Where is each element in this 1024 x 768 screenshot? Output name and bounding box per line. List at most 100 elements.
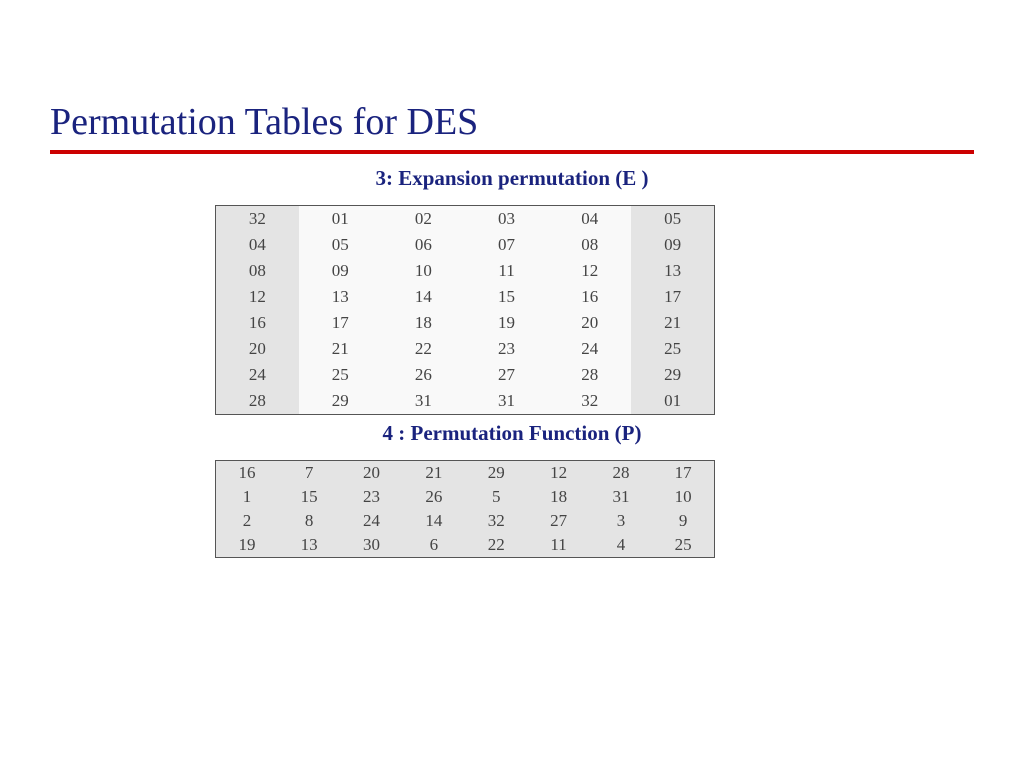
table-cell: 03 <box>465 206 548 233</box>
table-cell: 24 <box>340 509 402 533</box>
table-cell: 13 <box>631 258 714 284</box>
table-cell: 01 <box>299 206 382 233</box>
slide: Permutation Tables for DES 3: Expansion … <box>0 0 1024 558</box>
table-cell: 17 <box>652 461 714 486</box>
table-cell: 2 <box>216 509 278 533</box>
table-cell: 28 <box>548 362 631 388</box>
table-cell: 6 <box>403 533 465 558</box>
table-cell: 20 <box>340 461 402 486</box>
table-cell: 7 <box>278 461 340 486</box>
table-cell: 16 <box>216 310 299 336</box>
table-cell: 1 <box>216 485 278 509</box>
table-cell: 16 <box>548 284 631 310</box>
table-cell: 9 <box>652 509 714 533</box>
table-cell: 17 <box>299 310 382 336</box>
table-cell: 20 <box>216 336 299 362</box>
table-cell: 32 <box>465 509 527 533</box>
table-cell: 18 <box>382 310 465 336</box>
table-cell: 11 <box>527 533 589 558</box>
table-cell: 15 <box>278 485 340 509</box>
table-cell: 28 <box>216 388 299 415</box>
table-cell: 12 <box>548 258 631 284</box>
table-cell: 20 <box>548 310 631 336</box>
table-cell: 19 <box>216 533 278 558</box>
table-cell: 8 <box>278 509 340 533</box>
table-cell: 04 <box>216 232 299 258</box>
page-title: Permutation Tables for DES <box>50 100 974 144</box>
table-cell: 08 <box>216 258 299 284</box>
table-cell: 32 <box>548 388 631 415</box>
table-cell: 08 <box>548 232 631 258</box>
table-cell: 31 <box>590 485 652 509</box>
table-row: 202122232425 <box>216 336 715 362</box>
table-cell: 31 <box>382 388 465 415</box>
table-cell: 02 <box>382 206 465 233</box>
table-cell: 19 <box>465 310 548 336</box>
table-cell: 14 <box>382 284 465 310</box>
section-e-heading: 3: Expansion permutation (E ) <box>50 166 974 191</box>
table-cell: 4 <box>590 533 652 558</box>
expansion-table: 3201020304050405060708090809101112131213… <box>215 205 715 415</box>
table-cell: 25 <box>652 533 714 558</box>
table-cell: 29 <box>631 362 714 388</box>
table-cell: 17 <box>631 284 714 310</box>
table-cell: 13 <box>278 533 340 558</box>
table-cell: 31 <box>465 388 548 415</box>
table-cell: 23 <box>465 336 548 362</box>
table-row: 080910111213 <box>216 258 715 284</box>
table-cell: 29 <box>465 461 527 486</box>
section-p-heading: 4 : Permutation Function (P) <box>50 421 974 446</box>
table-cell: 10 <box>382 258 465 284</box>
table-row: 161718192021 <box>216 310 715 336</box>
table-cell: 12 <box>527 461 589 486</box>
table-cell: 10 <box>652 485 714 509</box>
table-cell: 15 <box>465 284 548 310</box>
table-row: 282414322739 <box>216 509 715 533</box>
table-cell: 01 <box>631 388 714 415</box>
table-cell: 24 <box>548 336 631 362</box>
table-cell: 14 <box>403 509 465 533</box>
permutation-table-container: 1672021291228171152326518311028241432273… <box>215 460 715 558</box>
table-cell: 06 <box>382 232 465 258</box>
table-row: 040506070809 <box>216 232 715 258</box>
table-cell: 21 <box>631 310 714 336</box>
table-row: 320102030405 <box>216 206 715 233</box>
table-row: 11523265183110 <box>216 485 715 509</box>
table-row: 121314151617 <box>216 284 715 310</box>
table-cell: 22 <box>465 533 527 558</box>
table-row: 167202129122817 <box>216 461 715 486</box>
table-cell: 32 <box>216 206 299 233</box>
expansion-table-container: 3201020304050405060708090809101112131213… <box>215 205 715 415</box>
table-cell: 21 <box>403 461 465 486</box>
table-cell: 05 <box>631 206 714 233</box>
table-cell: 28 <box>590 461 652 486</box>
table-cell: 3 <box>590 509 652 533</box>
table-row: 282931313201 <box>216 388 715 415</box>
table-cell: 04 <box>548 206 631 233</box>
table-cell: 26 <box>382 362 465 388</box>
table-cell: 30 <box>340 533 402 558</box>
table-cell: 26 <box>403 485 465 509</box>
table-cell: 09 <box>631 232 714 258</box>
table-cell: 25 <box>299 362 382 388</box>
table-cell: 22 <box>382 336 465 362</box>
permutation-table: 1672021291228171152326518311028241432273… <box>215 460 715 558</box>
table-row: 242526272829 <box>216 362 715 388</box>
table-cell: 21 <box>299 336 382 362</box>
table-cell: 24 <box>216 362 299 388</box>
table-cell: 09 <box>299 258 382 284</box>
table-cell: 25 <box>631 336 714 362</box>
table-cell: 18 <box>527 485 589 509</box>
table-cell: 11 <box>465 258 548 284</box>
table-cell: 07 <box>465 232 548 258</box>
table-row: 19133062211425 <box>216 533 715 558</box>
table-cell: 16 <box>216 461 278 486</box>
table-cell: 23 <box>340 485 402 509</box>
table-cell: 27 <box>527 509 589 533</box>
table-cell: 27 <box>465 362 548 388</box>
table-cell: 29 <box>299 388 382 415</box>
table-cell: 12 <box>216 284 299 310</box>
table-cell: 5 <box>465 485 527 509</box>
table-cell: 13 <box>299 284 382 310</box>
title-rule <box>50 150 974 154</box>
